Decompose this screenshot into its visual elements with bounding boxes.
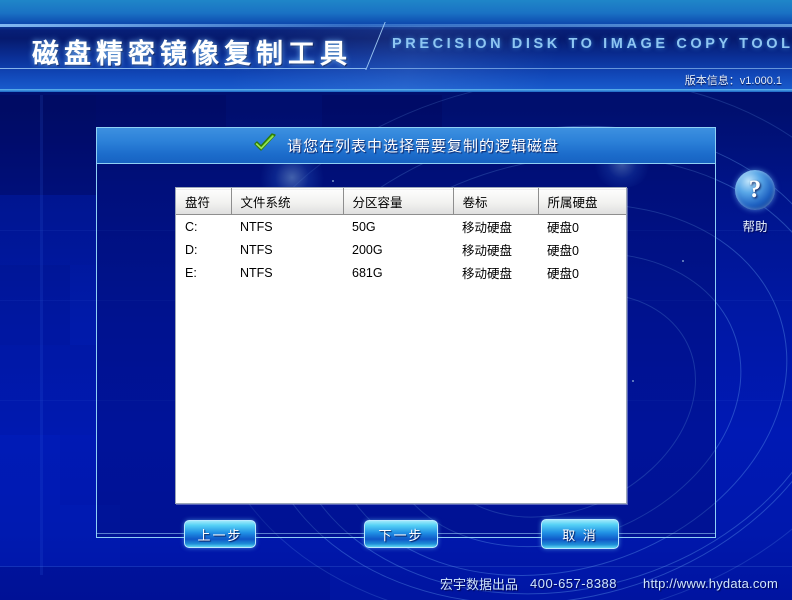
column-header-file-system[interactable]: 文件系统 xyxy=(231,188,344,215)
cell-file-system: NTFS xyxy=(240,242,273,257)
button-rail-left xyxy=(96,533,186,534)
cell-drive-letter: D: xyxy=(185,242,198,257)
cell-file-system: NTFS xyxy=(240,265,273,280)
column-header-drive-letter[interactable]: 盘符 xyxy=(176,188,232,215)
table-row[interactable]: D: NTFS 200G 移动硬盘 硬盘0 xyxy=(176,238,626,261)
header-underline xyxy=(0,89,792,92)
cell-parent-disk: 硬盘0 xyxy=(547,267,579,281)
header-rule-right xyxy=(370,68,792,69)
previous-step-button[interactable]: 上一步 xyxy=(184,520,256,548)
dialog-title-bar: 请您在列表中选择需要复制的逻辑磁盘 xyxy=(97,128,715,164)
dialog-body: 盘符 文件系统 分区容量 卷标 所属硬盘 C: NTFS 50G 移动硬盘 硬盘… xyxy=(97,164,715,537)
cell-drive-letter: E: xyxy=(185,265,197,280)
drive-table: 盘符 文件系统 分区容量 卷标 所属硬盘 C: NTFS 50G 移动硬盘 硬盘… xyxy=(176,188,626,284)
app-title-english: PRECISION DISK TO IMAGE COPY TOOL xyxy=(392,36,792,52)
button-rail-mid-left xyxy=(256,533,366,534)
cell-partition-size: 681G xyxy=(352,265,383,280)
cell-partition-size: 200G xyxy=(352,242,383,257)
footer-phone: 400-657-8388 xyxy=(530,575,618,591)
button-rail-right xyxy=(619,533,716,534)
green-check-icon xyxy=(253,133,277,158)
cell-drive-letter: C: xyxy=(185,219,198,234)
column-header-volume-label[interactable]: 卷标 xyxy=(453,188,539,215)
cell-volume-label: 移动硬盘 xyxy=(462,244,513,258)
header-top-band xyxy=(0,24,792,27)
app-window: 磁盘精密镜像复制工具 PRECISION DISK TO IMAGE COPY … xyxy=(0,0,792,600)
cell-volume-label: 移动硬盘 xyxy=(462,221,513,235)
cell-partition-size: 50G xyxy=(352,219,376,234)
drive-listbox[interactable]: 盘符 文件系统 分区容量 卷标 所属硬盘 C: NTFS 50G 移动硬盘 硬盘… xyxy=(175,187,627,504)
app-header: 磁盘精密镜像复制工具 PRECISION DISK TO IMAGE COPY … xyxy=(0,0,792,92)
cell-volume-label: 移动硬盘 xyxy=(462,267,513,281)
help-label: 帮助 xyxy=(742,220,768,234)
version-info: 版本信息：v1.000.1 xyxy=(684,75,782,87)
cell-parent-disk: 硬盘0 xyxy=(547,244,579,258)
question-mark-icon[interactable]: ? xyxy=(735,170,775,210)
button-rail-mid-right xyxy=(438,533,542,534)
table-row[interactable]: E: NTFS 681G 移动硬盘 硬盘0 xyxy=(176,261,626,284)
column-header-partition-size[interactable]: 分区容量 xyxy=(343,188,454,215)
table-row[interactable]: C: NTFS 50G 移动硬盘 硬盘0 xyxy=(176,215,626,239)
column-header-parent-disk[interactable]: 所属硬盘 xyxy=(538,188,626,215)
app-title-chinese: 磁盘精密镜像复制工具 xyxy=(32,39,352,70)
cell-parent-disk: 硬盘0 xyxy=(547,221,579,235)
footer-url[interactable]: http://www.hydata.com xyxy=(643,576,778,591)
cancel-button[interactable]: 取 消 xyxy=(541,519,619,549)
next-step-button[interactable]: 下一步 xyxy=(364,520,438,548)
table-header-row: 盘符 文件系统 分区容量 卷标 所属硬盘 xyxy=(176,188,626,215)
dialog-instruction-text: 请您在列表中选择需要复制的逻辑磁盘 xyxy=(286,138,559,155)
selection-dialog: 请您在列表中选择需要复制的逻辑磁盘 盘符 文件系统 分区容量 卷标 所属硬盘 C… xyxy=(96,127,716,538)
cell-file-system: NTFS xyxy=(240,219,273,234)
help-control[interactable]: ? 帮助 xyxy=(733,170,777,235)
footer-company: 宏宇数据出品 xyxy=(440,576,519,592)
app-footer: 宏宇数据出品 400-657-8388 http://www.hydata.co… xyxy=(0,566,792,600)
